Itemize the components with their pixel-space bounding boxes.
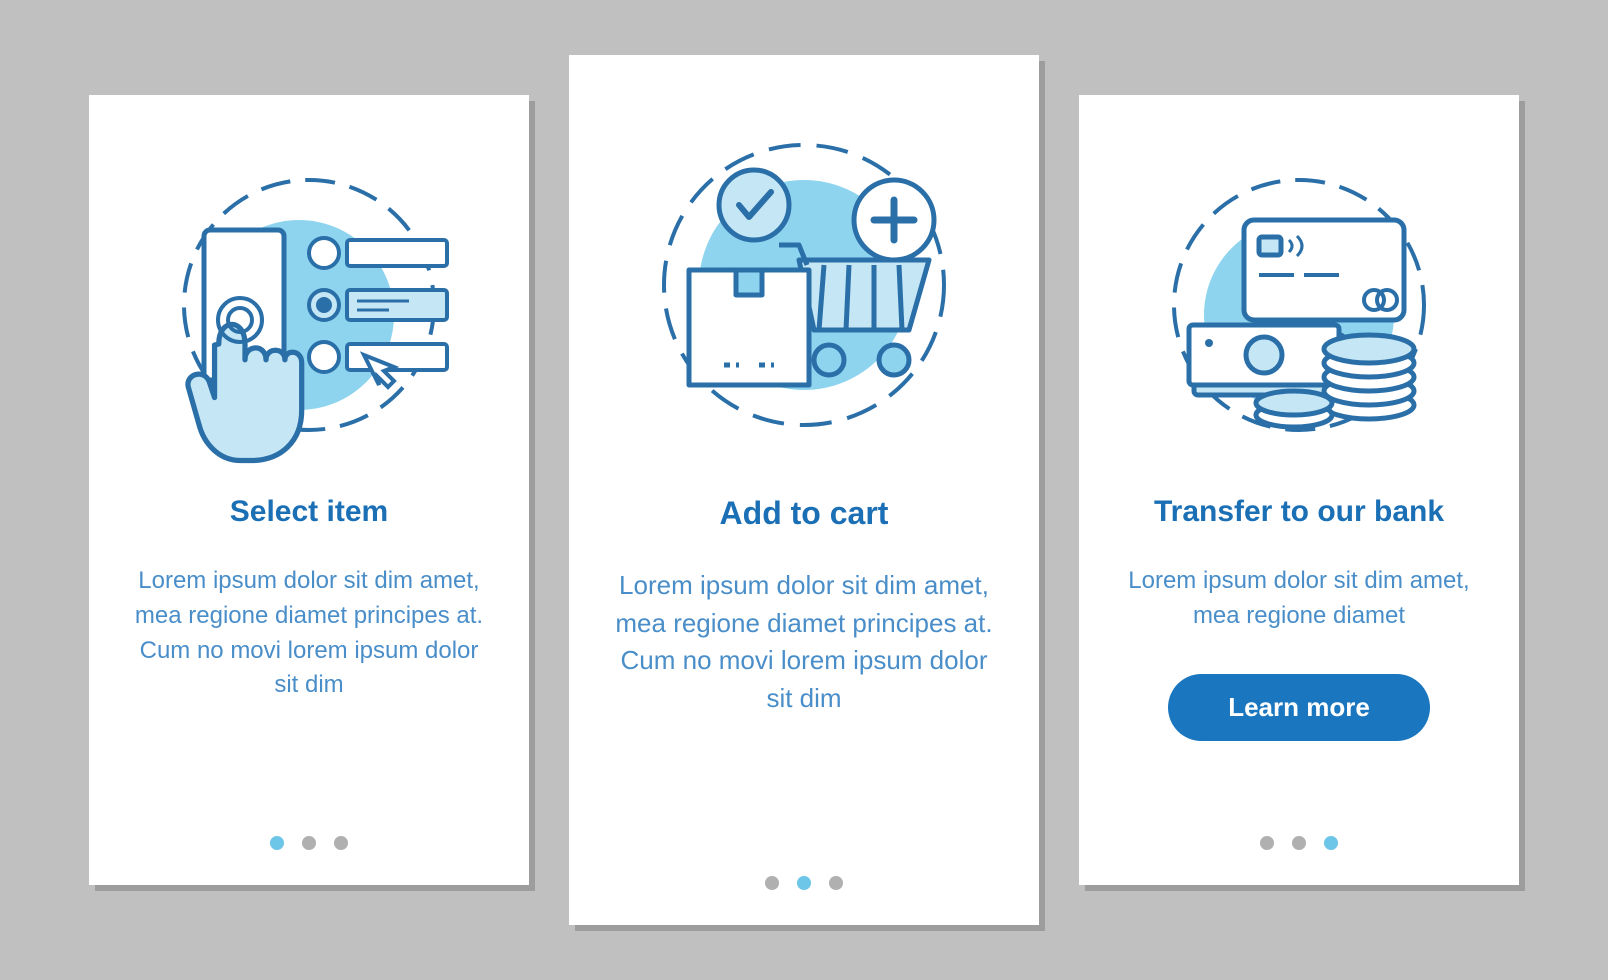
card-title: Transfer to our bank xyxy=(1154,495,1444,529)
card-title: Add to cart xyxy=(720,495,889,532)
dot[interactable] xyxy=(302,836,316,850)
pagination-dots xyxy=(765,876,843,890)
select-item-icon xyxy=(149,145,469,465)
add-to-cart-icon xyxy=(624,105,984,465)
dot[interactable] xyxy=(334,836,348,850)
pagination-dots xyxy=(1260,836,1338,850)
transfer-bank-icon xyxy=(1139,145,1459,465)
dot[interactable] xyxy=(765,876,779,890)
card-title: Select item xyxy=(230,495,388,529)
dot[interactable] xyxy=(797,876,811,890)
dot[interactable] xyxy=(1292,836,1306,850)
dot[interactable] xyxy=(829,876,843,890)
dot[interactable] xyxy=(1324,836,1338,850)
dot[interactable] xyxy=(1260,836,1274,850)
pagination-dots xyxy=(270,836,348,850)
dot[interactable] xyxy=(270,836,284,850)
onboarding-card: Transfer to our bank Lorem ipsum dolor s… xyxy=(1079,95,1519,885)
card-description: Lorem ipsum dolor sit dim amet, mea regi… xyxy=(609,567,999,718)
card-description: Lorem ipsum dolor sit dim amet, mea regi… xyxy=(129,564,489,703)
card-description: Lorem ipsum dolor sit dim amet, mea regi… xyxy=(1119,564,1479,634)
learn-more-button[interactable]: Learn more xyxy=(1168,674,1430,741)
onboarding-card: Select item Lorem ipsum dolor sit dim am… xyxy=(89,95,529,885)
onboarding-card: Add to cart Lorem ipsum dolor sit dim am… xyxy=(569,55,1039,925)
